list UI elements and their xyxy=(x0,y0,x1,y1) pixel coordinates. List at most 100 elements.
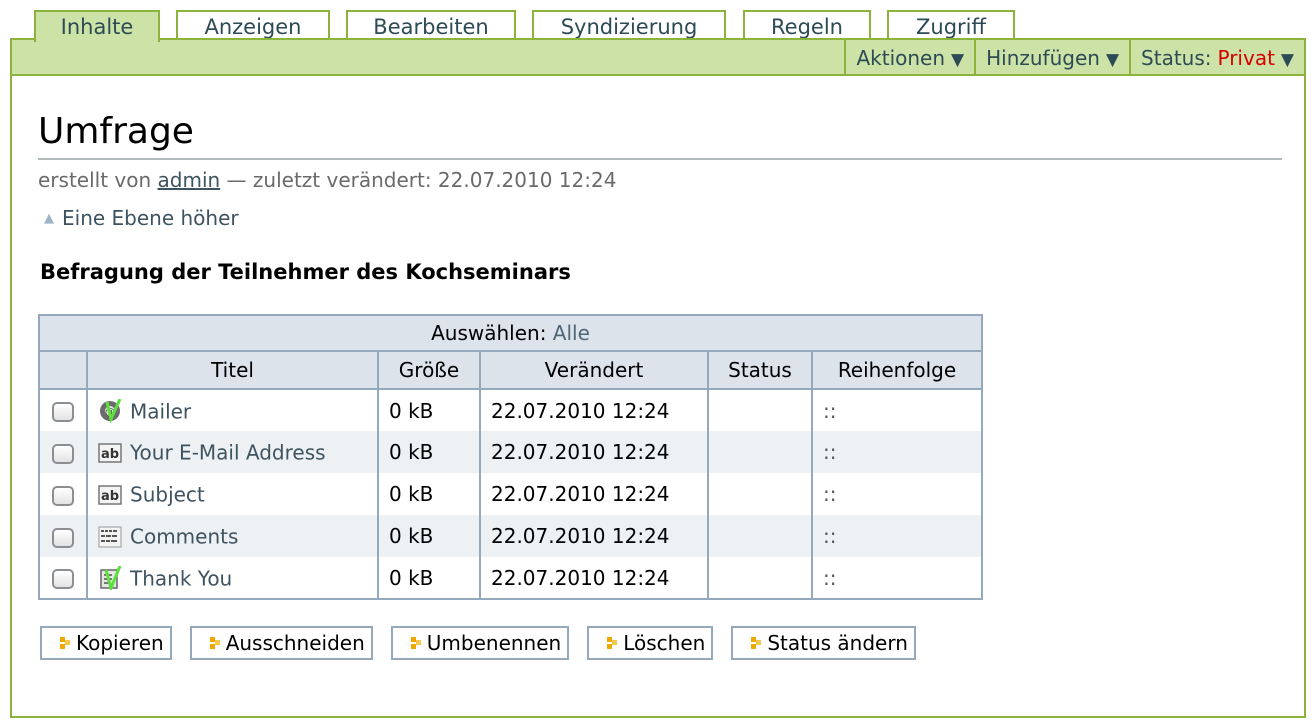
byline-modified: — zuletzt verändert: 22.07.2010 12:24 xyxy=(226,168,617,192)
tab-bearbeiten[interactable]: Bearbeiten xyxy=(346,10,516,40)
row-modified: 22.07.2010 12:24 xyxy=(479,515,709,557)
row-status xyxy=(707,431,813,473)
author-link[interactable]: admin xyxy=(158,168,221,192)
tab-zugriff[interactable]: Zugriff xyxy=(887,10,1015,40)
page-description: Befragung der Teilnehmer des Kochseminar… xyxy=(40,260,571,284)
row-modified: 22.07.2010 12:24 xyxy=(479,473,709,515)
row-order-handle[interactable]: :: xyxy=(811,557,983,599)
row-checkbox[interactable] xyxy=(52,527,74,548)
tab-syndizierung[interactable]: Syndizierung xyxy=(532,10,726,40)
cut-button-label: Ausschneiden xyxy=(225,631,365,655)
row-checkbox[interactable] xyxy=(52,569,74,589)
document-byline: erstellt von admin — zuletzt verändert: … xyxy=(38,168,616,192)
bullet-icon xyxy=(60,637,70,649)
row-order-handle[interactable]: :: xyxy=(811,389,983,431)
delete-button-label: Löschen xyxy=(623,631,706,655)
arrow-up-icon: ▲ xyxy=(44,211,54,226)
tab-regeln[interactable]: Regeln xyxy=(743,10,871,40)
content-panel: Aktionen ▼ Hinzufügen ▼ Status: Privat ▼ Umf… xyxy=(10,38,1306,718)
rename-button[interactable]: Umbenennen xyxy=(390,626,570,660)
row-check-cell xyxy=(38,473,88,515)
row-modified: 22.07.2010 12:24 xyxy=(479,557,709,599)
folder-contents-table: Auswählen: Alle Titel Größe Verändert St… xyxy=(38,314,983,600)
header-modified[interactable]: Verändert xyxy=(479,350,709,390)
row-checkbox[interactable] xyxy=(52,485,74,506)
row-order-handle[interactable]: :: xyxy=(811,431,983,473)
header-title[interactable]: Titel xyxy=(86,350,379,390)
content-view-tabs: Inhalte Anzeigen Bearbeiten Syndizierung… xyxy=(0,0,1314,42)
row-size: 0 kB xyxy=(377,431,481,473)
select-row: Auswählen: Alle xyxy=(38,314,983,352)
item-link[interactable]: Thank You xyxy=(130,566,232,590)
select-cell: Auswählen: Alle xyxy=(38,314,983,352)
row-modified: 22.07.2010 12:24 xyxy=(479,389,709,431)
rename-button-label: Umbenennen xyxy=(426,631,562,655)
status-value: Privat xyxy=(1217,46,1275,70)
row-check-cell xyxy=(38,389,88,431)
chevron-down-icon: ▼ xyxy=(951,50,965,70)
table-row: ab Subject 0 kB 22.07.2010 12:24 :: xyxy=(38,473,983,515)
add-item-menu-label: Hinzufügen xyxy=(986,46,1100,70)
status-menu-label: Status: xyxy=(1141,46,1212,70)
item-link[interactable]: Mailer xyxy=(130,399,191,423)
header-size[interactable]: Größe xyxy=(377,350,481,390)
row-size: 0 kB xyxy=(377,473,481,515)
select-all-link[interactable]: Alle xyxy=(553,321,590,345)
mailer-icon: @ xyxy=(100,399,122,424)
row-title-cell: @ Mailer xyxy=(86,389,379,431)
item-link[interactable]: Subject xyxy=(130,483,205,507)
cut-button[interactable]: Ausschneiden xyxy=(189,626,373,660)
copy-button-label: Kopieren xyxy=(76,631,164,655)
header-check xyxy=(38,350,88,390)
copy-button[interactable]: Kopieren xyxy=(40,626,172,660)
tab-anzeigen[interactable]: Anzeigen xyxy=(176,10,330,40)
row-checkbox[interactable] xyxy=(52,402,74,422)
header-order[interactable]: Reihenfolge xyxy=(811,350,983,390)
actions-menu[interactable]: Aktionen ▼ xyxy=(844,40,974,74)
item-link[interactable]: Your E-Mail Address xyxy=(130,441,326,465)
tab-inhalte[interactable]: Inhalte xyxy=(34,10,160,42)
bullet-icon xyxy=(607,637,618,649)
row-order-handle[interactable]: :: xyxy=(811,473,983,515)
change-state-button-label: Status ändern xyxy=(767,631,908,655)
row-check-cell xyxy=(38,557,88,599)
up-one-level-label: Eine Ebene höher xyxy=(62,206,239,230)
row-title-cell: Comments xyxy=(86,515,379,557)
row-title-cell: Thank You xyxy=(86,557,379,599)
add-item-menu[interactable]: Hinzufügen ▼ xyxy=(974,40,1129,74)
text-field-icon: ab xyxy=(98,443,122,463)
chevron-down-icon: ▼ xyxy=(1280,50,1294,70)
bullet-icon xyxy=(410,637,421,649)
select-label: Auswählen: xyxy=(431,321,547,345)
action-bar: Aktionen ▼ Hinzufügen ▼ Status: Privat ▼ xyxy=(12,40,1304,76)
chevron-down-icon: ▼ xyxy=(1105,50,1120,70)
action-menus: Aktionen ▼ Hinzufügen ▼ Status: Privat ▼ xyxy=(844,40,1304,74)
row-order-handle[interactable]: :: xyxy=(811,515,983,557)
row-status xyxy=(707,389,813,431)
row-title-cell: ab Your E-Mail Address xyxy=(86,431,379,473)
table-row: @ Mailer 0 kB 22.07.2010 12:24 :: xyxy=(38,389,983,431)
svg-text:ab: ab xyxy=(101,489,119,504)
bullet-icon xyxy=(751,637,762,649)
up-one-level-link[interactable]: ▲ Eine Ebene höher xyxy=(44,206,239,230)
table-row: Thank You 0 kB 22.07.2010 12:24 :: xyxy=(38,557,983,599)
delete-button[interactable]: Löschen xyxy=(587,626,714,660)
table-row: Comments 0 kB 22.07.2010 12:24 :: xyxy=(38,515,983,557)
page: Inhalte Anzeigen Bearbeiten Syndizierung… xyxy=(0,0,1314,727)
change-state-button[interactable]: Status ändern xyxy=(731,626,916,660)
status-menu[interactable]: Status: Privat ▼ xyxy=(1129,40,1304,74)
row-size: 0 kB xyxy=(377,515,481,557)
textarea-icon xyxy=(98,526,122,548)
actions-menu-label: Aktionen xyxy=(856,46,946,70)
row-status xyxy=(707,515,813,557)
row-checkbox[interactable] xyxy=(52,443,74,464)
table-header-row: Titel Größe Verändert Status Reihenfolge xyxy=(38,350,983,390)
svg-text:ab: ab xyxy=(101,447,119,462)
table-row: ab Your E-Mail Address 0 kB 22.07.2010 1… xyxy=(38,431,983,473)
row-modified: 22.07.2010 12:24 xyxy=(479,431,709,473)
header-status[interactable]: Status xyxy=(707,350,813,390)
row-status xyxy=(707,557,813,599)
row-check-cell xyxy=(38,515,88,557)
item-link[interactable]: Comments xyxy=(130,525,238,549)
row-size: 0 kB xyxy=(377,557,481,599)
